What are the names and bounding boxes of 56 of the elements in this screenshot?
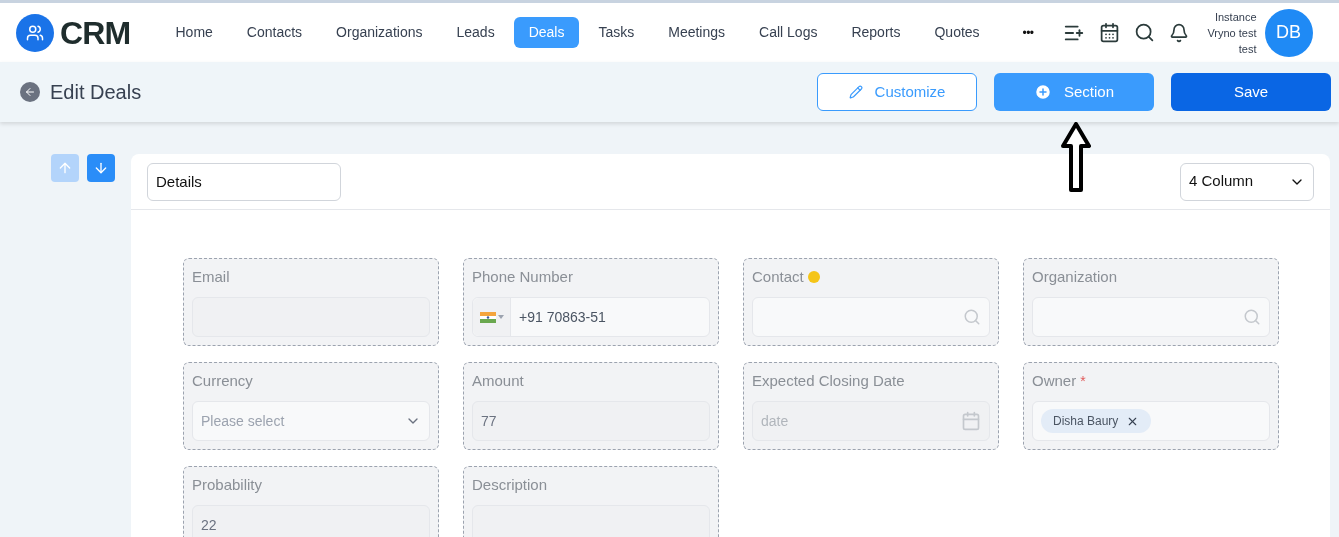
more-button[interactable]: ••• (1022, 23, 1034, 42)
phone-field[interactable]: +91 70863-51 (472, 297, 710, 337)
logo-icon (16, 13, 54, 52)
field-card[interactable]: Owner * Disha Baury (1023, 362, 1279, 450)
nav-link[interactable]: Tasks (583, 17, 650, 48)
owner-tag: Disha Baury (1041, 409, 1152, 433)
field-label: Expected Closing Date (752, 370, 905, 391)
field-label: Description (472, 474, 548, 495)
column-select[interactable]: 4 Column (1180, 162, 1314, 201)
required-mark: * (1080, 372, 1086, 391)
country-selector[interactable] (473, 298, 511, 336)
search-icon (1243, 308, 1261, 326)
save-button[interactable]: Save (1171, 73, 1331, 111)
instance-name: Instance (1214, 9, 1257, 25)
pencil-icon (848, 85, 863, 99)
logo-text: CRM (60, 13, 131, 53)
nav-link[interactable]: Home (160, 17, 228, 48)
instance-name: test (1238, 41, 1257, 57)
search-icon (963, 308, 981, 326)
notification-icon[interactable] (1169, 22, 1190, 43)
search-field[interactable] (1032, 297, 1270, 337)
search-icon[interactable] (1134, 22, 1156, 43)
instance-name: Vryno test (1207, 25, 1257, 41)
calendar-icon (961, 411, 981, 431)
user-avatar[interactable]: DB (1264, 8, 1313, 57)
nav-link[interactable]: Leads (441, 17, 510, 48)
nav-link[interactable]: Call Logs (744, 17, 833, 48)
phone-number-input[interactable]: +91 70863-51 (511, 306, 709, 328)
caret-icon (497, 315, 504, 319)
field-card[interactable]: Phone Number +91 70863-51 (463, 258, 719, 346)
search-field[interactable] (752, 297, 990, 337)
nav-link[interactable]: Contacts (231, 17, 318, 48)
nav-link[interactable]: Organizations (321, 17, 438, 48)
text-field[interactable]: 77 (472, 401, 710, 441)
nav-link[interactable]: Quotes (919, 17, 995, 48)
field-card[interactable]: Amount 77 (463, 362, 719, 450)
field-label: Owner (1032, 370, 1077, 391)
field-label: Contact (752, 266, 804, 287)
nav-link[interactable]: Reports (836, 17, 916, 48)
field-label: Currency (192, 370, 253, 391)
text-field[interactable]: 22 (192, 505, 430, 537)
plus-icon (1033, 83, 1052, 101)
calendar-icon[interactable] (1099, 22, 1121, 43)
flag-icon (479, 311, 496, 323)
field-label: Probability (192, 474, 263, 495)
nav-link[interactable]: Meetings (653, 17, 741, 48)
field-label: Email (192, 266, 230, 287)
back-icon[interactable] (20, 82, 40, 102)
move-down-button[interactable] (87, 154, 115, 182)
field-label: Amount (472, 370, 524, 391)
field-label: Organization (1032, 266, 1118, 287)
section-name-field[interactable]: Details (147, 162, 341, 201)
owner-field[interactable]: Disha Baury (1032, 401, 1270, 441)
field-label: Phone Number (472, 266, 573, 287)
page-title: Edit Deals (50, 80, 142, 105)
field-card[interactable]: Probability 22 (183, 466, 439, 537)
